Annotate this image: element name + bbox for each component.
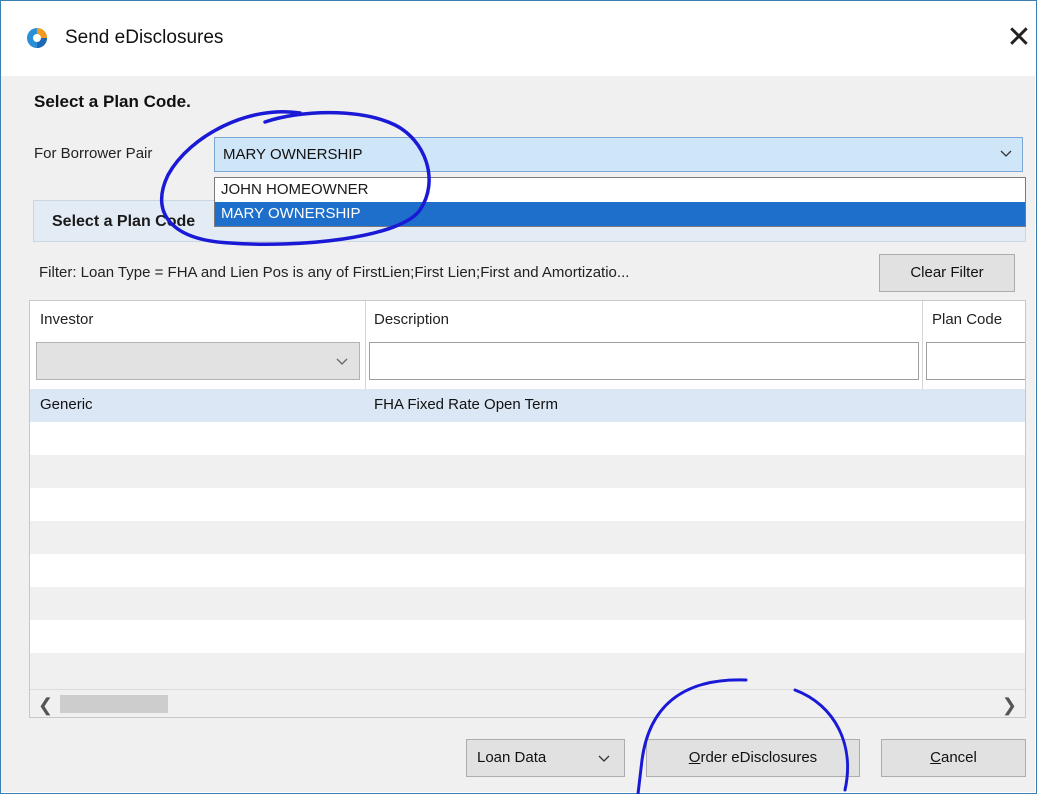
column-header-plan-code[interactable]: Plan Code (932, 311, 1002, 328)
empty-row (30, 422, 1025, 455)
page-heading: Select a Plan Code. (34, 92, 191, 111)
empty-row (30, 620, 1025, 653)
scroll-left-icon[interactable]: ❮ (38, 695, 53, 716)
borrower-pair-label: For Borrower Pair (34, 145, 153, 162)
borrower-pair-select[interactable]: MARY OWNERSHIP (214, 137, 1023, 172)
scroll-right-icon[interactable]: ❯ (1002, 695, 1017, 716)
plan-code-panel-title: Select a Plan Code (52, 213, 196, 230)
empty-row (30, 521, 1025, 554)
description-filter-input[interactable] (369, 342, 919, 380)
horizontal-scrollbar[interactable]: ❮ ❯ (30, 689, 1025, 717)
cell-investor: Generic (40, 396, 93, 413)
empty-row (30, 653, 1025, 689)
clear-filter-button[interactable]: Clear Filter (879, 254, 1015, 292)
close-icon[interactable]: ✕ (999, 19, 1037, 57)
scrollbar-thumb[interactable] (60, 695, 168, 713)
cancel-button[interactable]: Cancel (881, 739, 1026, 777)
empty-row (30, 587, 1025, 620)
loan-data-label: Loan Data (477, 749, 547, 766)
loan-data-button[interactable]: Loan Data (466, 739, 625, 777)
investor-filter-select[interactable] (36, 342, 360, 380)
window-title: Send eDisclosures (65, 27, 224, 48)
filter-description: Filter: Loan Type = FHA and Lien Pos is … (39, 264, 630, 281)
table-row[interactable]: Generic FHA Fixed Rate Open Term (30, 389, 1025, 422)
app-logo-icon (27, 28, 47, 48)
cancel-label: Cancel (930, 749, 977, 766)
chevron-down-icon (598, 755, 610, 762)
borrower-pair-dropdown: JOHN HOMEOWNER MARY OWNERSHIP (214, 177, 1026, 227)
chevron-down-icon (336, 358, 348, 365)
plan-code-grid: Investor Description Plan Code Generic F… (29, 300, 1026, 718)
column-header-description[interactable]: Description (374, 311, 449, 328)
order-edisclosures-button[interactable]: Order eDisclosures (646, 739, 860, 777)
dropdown-option-john-homeowner[interactable]: JOHN HOMEOWNER (215, 178, 1025, 202)
title-bar: Send eDisclosures ✕ (1, 1, 1036, 77)
dropdown-option-mary-ownership[interactable]: MARY OWNERSHIP (215, 202, 1025, 226)
borrower-pair-value: MARY OWNERSHIP (223, 146, 363, 163)
column-header-investor[interactable]: Investor (40, 311, 93, 328)
empty-row (30, 455, 1025, 488)
chevron-down-icon (1000, 150, 1012, 157)
order-edisclosures-label: Order eDisclosures (688, 749, 818, 766)
plan-code-filter-input[interactable] (926, 342, 1025, 380)
empty-row (30, 554, 1025, 587)
cell-description: FHA Fixed Rate Open Term (374, 396, 558, 413)
empty-row (30, 488, 1025, 521)
